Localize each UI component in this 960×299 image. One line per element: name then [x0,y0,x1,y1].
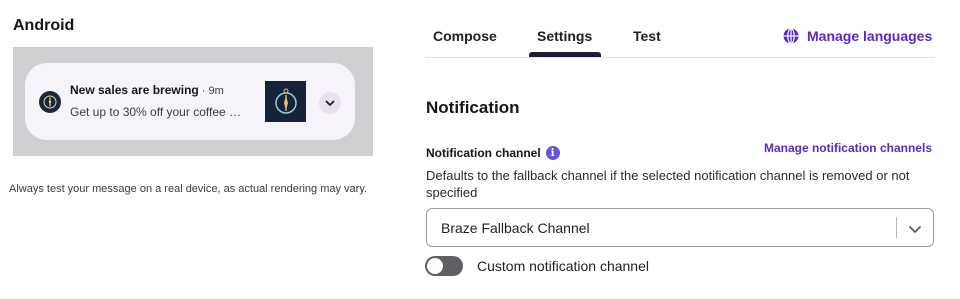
active-tab-indicator [529,52,601,57]
custom-channel-toggle[interactable] [425,256,463,276]
expand-notification-button[interactable] [319,92,341,114]
notification-preview-frame: New sales are brewing · 9m Get up to 30%… [13,47,373,156]
notification-channel-selected-value: Braze Fallback Channel [441,220,590,236]
notification-channel-select[interactable]: Braze Fallback Channel [426,208,934,247]
preview-platform-title: Android [13,17,75,34]
tab-compose[interactable]: Compose [433,28,497,44]
notification-image [265,81,306,122]
chevron-down-icon [325,100,335,106]
toggle-knob [427,258,443,274]
manage-notification-channels-link[interactable]: Manage notification channels [764,141,932,155]
custom-channel-row: Custom notification channel [425,256,649,276]
notification-time: · 9m [198,85,224,97]
app-compass-icon [39,91,61,113]
select-chevron-icon[interactable] [907,221,923,237]
notification-channel-label-text: Notification channel [426,146,541,160]
notification-card: New sales are brewing · 9m Get up to 30%… [25,63,355,140]
editor-tabs: Compose Settings Test Manage languages [426,0,934,58]
preview-disclaimer: Always test your message on a real devic… [9,183,368,195]
notification-channel-label: Notification channel i [426,146,560,160]
tab-settings[interactable]: Settings [537,28,592,44]
globe-icon [783,27,799,45]
tab-test[interactable]: Test [633,28,661,44]
notification-channel-help: Defaults to the fallback channel if the … [426,168,910,200]
notification-title: New sales are brewing [70,83,199,97]
select-divider [896,217,897,238]
info-icon[interactable]: i [545,146,560,160]
notification-title-row: New sales are brewing · 9m [70,83,224,97]
notification-body: Get up to 30% off your coffee … [70,105,241,119]
manage-languages-link[interactable]: Manage languages [782,27,932,45]
section-title: Notification [426,98,520,117]
custom-channel-label: Custom notification channel [477,258,649,274]
manage-languages-label: Manage languages [807,28,933,44]
